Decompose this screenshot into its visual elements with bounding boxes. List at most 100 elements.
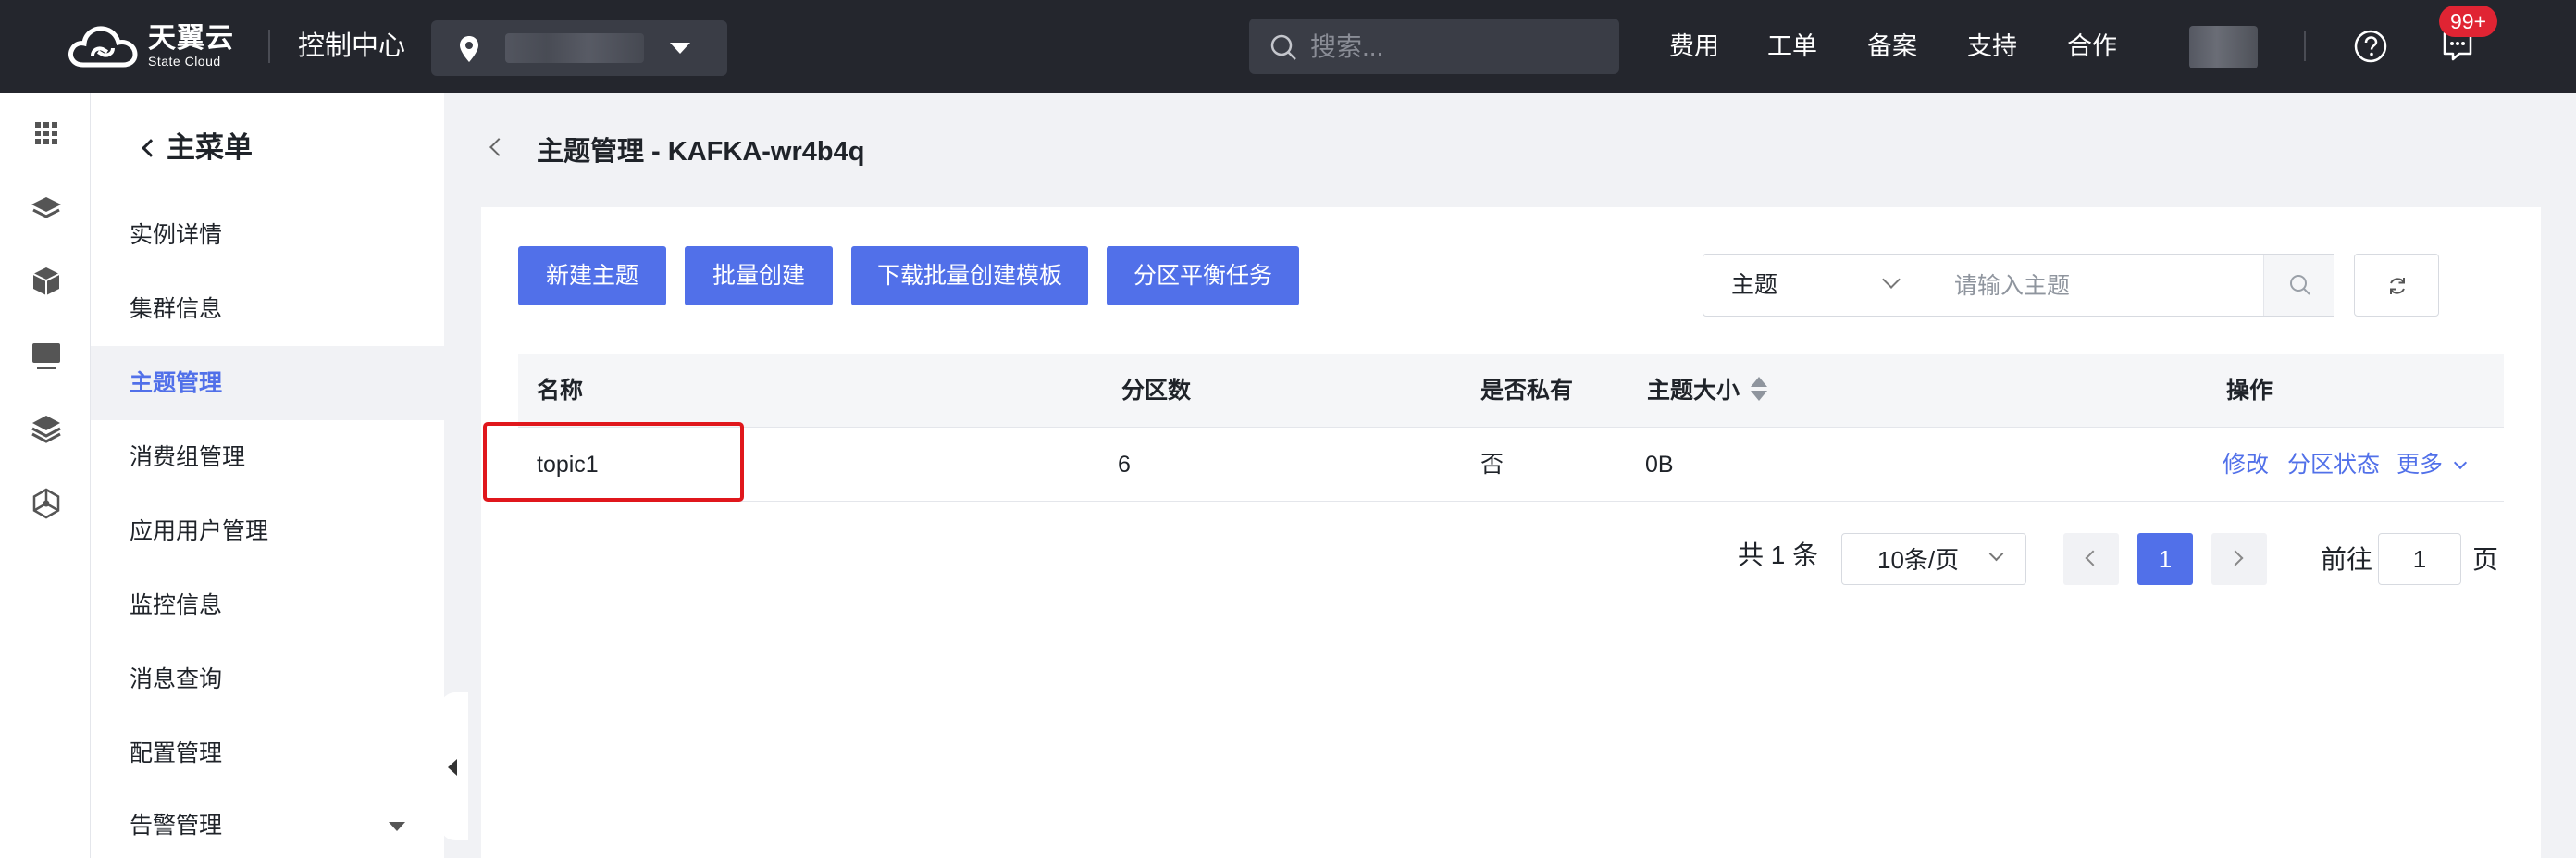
sidebar-item-app-users[interactable]: 应用用户管理	[91, 494, 444, 568]
top-bar: 天翼云 State Cloud 控制中心 搜索... 费用 工单 备案 支持 合…	[0, 0, 2576, 93]
next-page-button[interactable]	[2211, 533, 2267, 585]
main-menu-back[interactable]: 主菜单	[142, 130, 253, 167]
chevron-down-icon	[670, 43, 690, 54]
chevron-left-icon	[2085, 550, 2101, 566]
sidebar-item-label: 消息查询	[130, 666, 223, 692]
layers-icon[interactable]	[30, 191, 63, 224]
create-topic-button[interactable]: 新建主题	[518, 246, 666, 305]
sidebar-collapse-handle[interactable]	[440, 692, 468, 840]
sidebar-item-label: 主题管理	[130, 370, 223, 396]
back-arrow-icon[interactable]	[489, 138, 508, 156]
batch-create-button[interactable]: 批量创建	[685, 246, 833, 305]
nav-partner[interactable]: 合作	[2067, 28, 2117, 65]
search-placeholder: 搜索...	[1310, 32, 1384, 61]
cell-partitions: 6	[1118, 452, 1131, 478]
caret-down-icon	[389, 822, 405, 831]
sidebar-item-label: 实例详情	[130, 222, 223, 248]
console-title[interactable]: 控制中心	[298, 28, 405, 65]
region-name-redacted	[505, 33, 644, 63]
nav-fees[interactable]: 费用	[1669, 28, 1719, 65]
topic-search-input[interactable]	[1954, 267, 2260, 305]
topic-search-field	[1926, 254, 2334, 317]
col-name: 名称	[537, 378, 584, 404]
nav-support[interactable]: 支持	[1967, 28, 2017, 65]
user-account-redacted[interactable]	[2189, 26, 2258, 68]
sidebar-item-message-query[interactable]: 消息查询	[91, 642, 444, 716]
sidebar-item-instance-details[interactable]: 实例详情	[91, 198, 444, 272]
table-header: 名称 分区数 是否私有 主题大小 操作	[518, 354, 2504, 428]
sidebar-item-label: 配置管理	[130, 740, 223, 766]
sidebar-item-label: 告警管理	[130, 813, 223, 839]
search-icon	[2290, 275, 2310, 295]
page-number-current[interactable]: 1	[2137, 533, 2193, 585]
topic-panel: 新建主题 批量创建 下载批量创建模板 分区平衡任务 主题 名称 分区数 是否私有…	[481, 207, 2541, 858]
brand-logo[interactable]: 天翼云 State Cloud	[65, 20, 234, 72]
partition-balance-button[interactable]: 分区平衡任务	[1107, 246, 1299, 305]
col-size-label: 主题大小	[1647, 378, 1740, 404]
global-search[interactable]: 搜索...	[1249, 19, 1619, 74]
cloud-icon	[68, 26, 138, 68]
region-select[interactable]	[431, 20, 727, 76]
grid-icon[interactable]	[30, 117, 63, 150]
sidebar-item-label: 集群信息	[130, 296, 223, 322]
chevron-down-icon	[2453, 455, 2468, 470]
topbar-divider	[268, 30, 270, 63]
col-size[interactable]: 主题大小	[1647, 354, 1768, 428]
search-icon	[1270, 34, 1296, 60]
goto-page-field	[2378, 533, 2461, 585]
download-template-button[interactable]: 下载批量创建模板	[851, 246, 1088, 305]
sidebar-item-topic-management[interactable]: 主题管理	[91, 346, 444, 420]
more-label: 更多	[2396, 452, 2444, 478]
chevron-right-icon	[2227, 550, 2244, 566]
nav-tickets[interactable]: 工单	[1767, 28, 1817, 65]
col-partitions: 分区数	[1121, 378, 1192, 404]
goto-label: 前往	[2321, 545, 2373, 574]
page-size-value: 10条/页	[1877, 546, 1960, 574]
edit-link[interactable]: 修改	[2223, 428, 2269, 502]
filter-field-select[interactable]: 主题	[1703, 254, 1926, 317]
stack-icon[interactable]	[30, 413, 63, 446]
col-actions: 操作	[2226, 378, 2273, 404]
col-private: 是否私有	[1480, 378, 1574, 404]
sidebar-item-label: 监控信息	[130, 592, 223, 618]
page-unit-label: 页	[2472, 545, 2499, 574]
notification-badge: 99+	[2439, 6, 2498, 37]
goto-page-input[interactable]	[2379, 534, 2460, 584]
sidebar-item-cluster-info[interactable]: 集群信息	[91, 272, 444, 346]
caret-left-icon	[448, 759, 457, 776]
chevron-left-icon	[142, 139, 160, 157]
sidebar: 主菜单 实例详情 集群信息 主题管理 消费组管理 应用用户管理 监控信息 消息查…	[91, 93, 444, 858]
refresh-button[interactable]	[2354, 254, 2439, 317]
more-dropdown[interactable]: 更多	[2396, 428, 2468, 502]
cell-size: 0B	[1645, 452, 1674, 478]
chevron-down-icon	[1988, 546, 2004, 562]
sidebar-item-alarms[interactable]: 告警管理	[91, 789, 444, 858]
prev-page-button[interactable]	[2063, 533, 2119, 585]
highlight-box	[483, 422, 744, 502]
cube-icon[interactable]	[30, 265, 63, 298]
location-pin-icon	[460, 36, 478, 62]
sidebar-item-consumer-groups[interactable]: 消费组管理	[91, 420, 444, 494]
monitor-icon[interactable]	[30, 339, 63, 372]
chevron-down-icon	[1882, 270, 1901, 289]
topbar-divider	[2304, 31, 2306, 61]
nav-filing[interactable]: 备案	[1867, 28, 1917, 65]
brand-name-en: State Cloud	[148, 54, 221, 68]
sidebar-item-label: 应用用户管理	[130, 518, 269, 544]
sidebar-item-label: 消费组管理	[130, 444, 246, 470]
sidebar-item-monitoring[interactable]: 监控信息	[91, 568, 444, 642]
page-size-select[interactable]: 10条/页	[1841, 533, 2026, 585]
help-icon[interactable]	[2354, 30, 2387, 63]
icon-rail	[0, 93, 91, 858]
cell-private: 否	[1480, 452, 1505, 478]
search-button[interactable]	[2263, 255, 2334, 316]
main-menu-label: 主菜单	[167, 131, 253, 164]
table-row: topic1 6 否 0B 修改 分区状态 更多	[518, 428, 2504, 502]
brand-name-cn: 天翼云	[148, 23, 234, 54]
network-icon[interactable]	[30, 487, 63, 520]
sort-icon[interactable]	[1751, 377, 1768, 403]
page-title: 主题管理 - KAFKA-wr4b4q	[537, 137, 865, 167]
partition-status-link[interactable]: 分区状态	[2287, 428, 2380, 502]
sidebar-item-config[interactable]: 配置管理	[91, 716, 444, 790]
filter-field-value: 主题	[1731, 272, 1778, 298]
